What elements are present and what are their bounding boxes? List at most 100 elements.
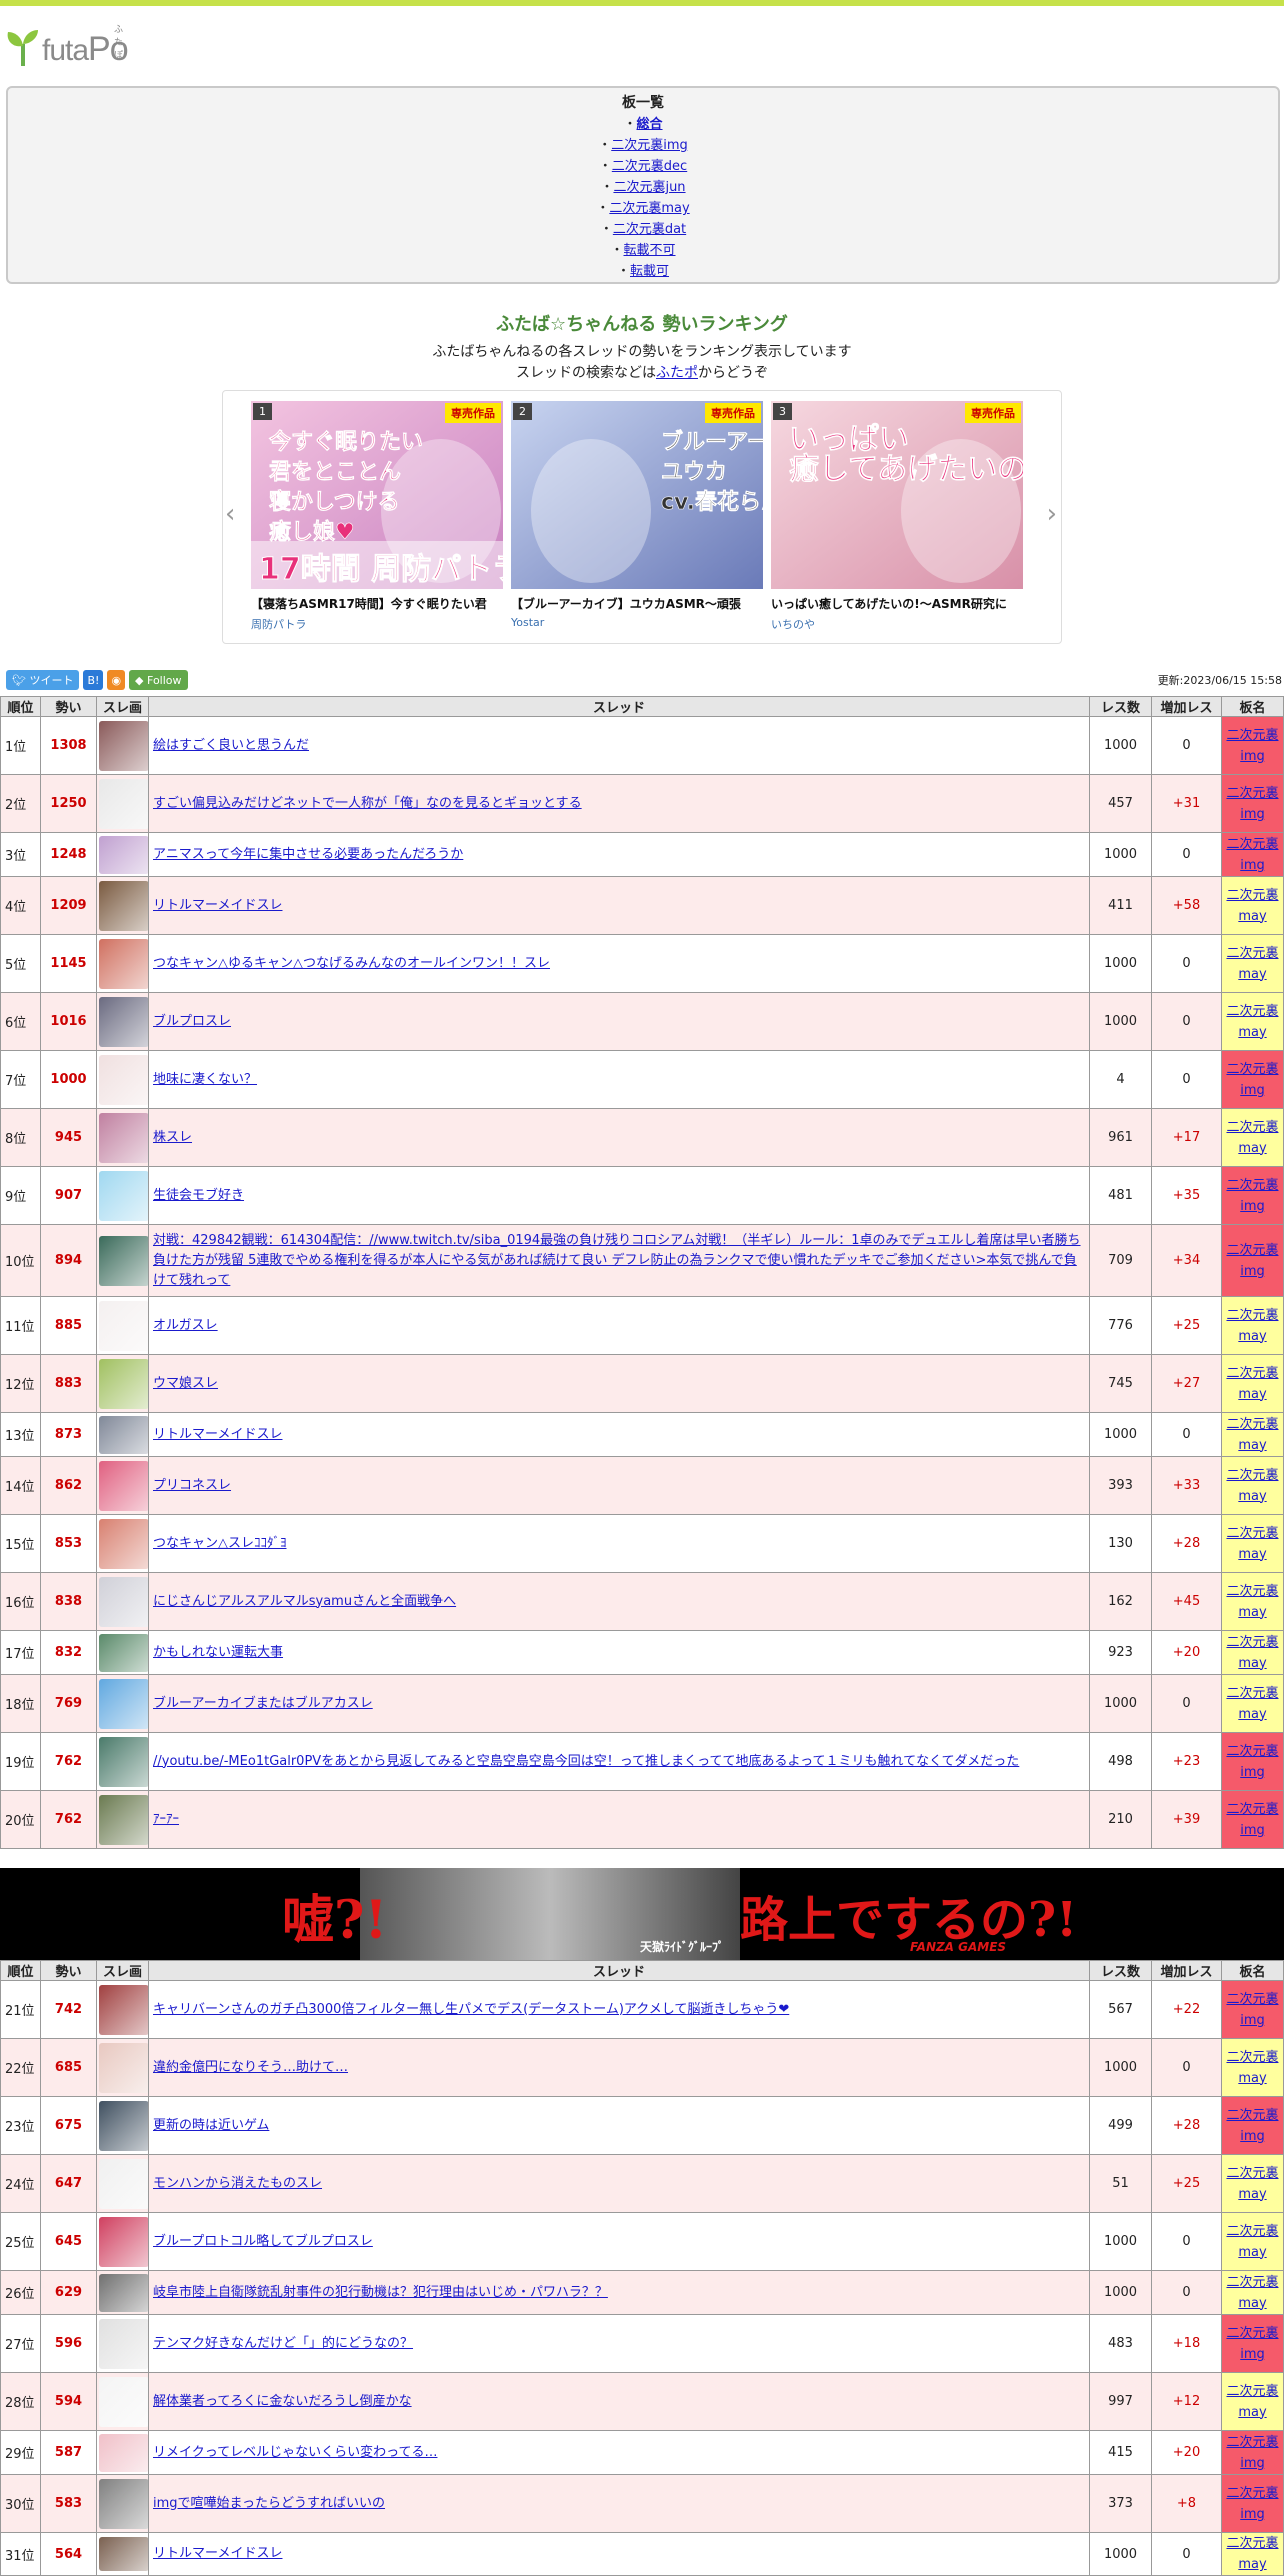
thread-thumbnail[interactable] [99,1054,149,1105]
thread-link[interactable]: imgで喧嘩始まったらどうすればいいの [153,2496,385,2511]
col-inc[interactable]: 増加レス [1151,696,1222,717]
board-name-link[interactable]: 二次元裏 img [1226,786,1278,822]
thread-thumbnail[interactable] [99,1736,149,1787]
tweet-button[interactable]: 🐦︎ ツイート [6,670,80,690]
thread-link[interactable]: リトルマーメイドスレ [153,1427,282,1442]
board-name-link[interactable]: 二次元裏 may [1226,2384,1278,2420]
thread-thumbnail[interactable] [99,2100,149,2151]
board-name-link[interactable]: 二次元裏 may [1226,888,1278,924]
thread-link[interactable]: 更新の時は近いゲム [153,2118,269,2133]
board-name-link[interactable]: 二次元裏 may [1226,946,1278,982]
board-name-link[interactable]: 二次元裏 img [1226,837,1278,873]
thread-link[interactable]: つなキャン△ゆるキャン△つなげるみんなのオールインワン！！スレ [153,956,550,971]
col-thread[interactable]: スレッド [148,1960,1090,1981]
thread-link[interactable]: リトルマーメイドスレ [153,2546,282,2561]
thread-thumbnail[interactable] [99,1358,149,1409]
thread-link[interactable]: リメイクってレベルじゃないくらい変わってる… [153,2445,437,2460]
board-list-panel[interactable]: 板一覧 ・総合 ・二次元裏img ・二次元裏dec ・二次元裏jun ・二次元裏may ・… [6,86,1280,284]
thread-thumbnail[interactable] [99,1415,149,1454]
board-name-link[interactable]: 二次元裏 may [1226,1686,1278,1722]
thread-thumbnail[interactable] [99,1235,149,1286]
board-name-link[interactable]: 二次元裏 may [1226,2275,1278,2311]
board-link[interactable]: 二次元裏jun [613,180,685,195]
col-score[interactable]: 勢い [40,696,97,717]
thread-thumbnail[interactable] [99,1633,149,1672]
board-link[interactable]: 二次元裏may [609,201,689,216]
board-name-link[interactable]: 二次元裏 may [1226,1526,1278,1562]
thread-thumbnail[interactable] [99,778,149,829]
thread-link[interactable]: 違約金億円になりそう…助けて… [153,2060,348,2075]
thread-link[interactable]: ブループロトコル略してブルプロスレ [153,2234,373,2249]
ad-banner[interactable]: 嘘?! 路上でするの?! 天獄ﾗｲﾄﾞｸﾞﾙｰﾌﾟ FANZA GAMES [0,1868,1284,1960]
board-name-link[interactable]: 二次元裏 may [1226,1468,1278,1504]
board-link[interactable]: 二次元裏dat [613,222,686,237]
board-name-link[interactable]: 二次元裏 may [1226,1120,1278,1156]
col-rank[interactable]: 順位 [0,1960,41,1981]
thread-link[interactable]: オルガスレ [153,1318,218,1333]
thread-link[interactable]: アニマスって今年に集中させる必要あったんだろうか [153,847,463,862]
thread-link[interactable]: テンマク好きなんだけど「」的にどうなの？ [153,2336,413,2351]
board-name-link[interactable]: 二次元裏 img [1226,1802,1278,1838]
board-name-link[interactable]: 二次元裏 may [1226,2224,1278,2260]
thread-thumbnail[interactable] [99,1984,149,2035]
thread-thumbnail[interactable] [99,1112,149,1163]
carousel-item[interactable]: いっぱい 癒してあげたいの! 3 専売作品 いっぱい癒してあげたいの!～ASMR研… [771,401,1023,632]
col-thread[interactable]: スレッド [148,696,1090,717]
board-name-link[interactable]: 二次元裏 may [1226,1635,1278,1671]
carousel-title[interactable]: 【ブルーアーカイブ】ユウカASMR～頑張 [511,595,763,612]
board-name-link[interactable]: 二次元裏 may [1226,1004,1278,1040]
thread-link[interactable]: 地味に凄くない？ [153,1072,257,1087]
thread-thumbnail[interactable] [99,1518,149,1569]
futapo-link[interactable]: ふたポ [656,365,698,381]
thread-link[interactable]: 生徒会モブ好き [153,1188,244,1203]
thread-thumbnail[interactable] [99,2042,149,2093]
board-name-link[interactable]: 二次元裏 img [1226,2435,1278,2471]
carousel-item[interactable]: 今すぐ眠りたい 君をとことん 寝かしつける 癒し娘♥ 17時間 周防パトラ 1 専売作品… [251,401,503,632]
board-link[interactable]: 二次元裏dec [612,159,687,174]
thread-thumbnail[interactable] [99,2478,149,2529]
thread-thumbnail[interactable] [99,1300,149,1351]
board-name-link[interactable]: 二次元裏 may [1226,1584,1278,1620]
col-score[interactable]: 勢い [40,1960,97,1981]
thread-link[interactable]: 岐阜市陸上自衛隊銃乱射事件の犯行動機は？犯行理由はいじめ・パワハラ？？ [153,2285,608,2300]
thread-thumbnail[interactable] [99,835,149,874]
board-name-link[interactable]: 二次元裏 img [1226,728,1278,764]
thread-link[interactable]: //youtu.be/-MEo1tGalr0PVをあとから見返してみると空島空島… [153,1754,1019,1769]
board-name-link[interactable]: 二次元裏 may [1226,2536,1278,2572]
board-link[interactable]: 二次元裏img [611,138,688,153]
thread-thumbnail[interactable] [99,1576,149,1627]
thread-thumbnail[interactable] [99,996,149,1047]
col-res[interactable]: レス数 [1089,696,1152,717]
thread-thumbnail[interactable] [99,2158,149,2209]
thread-thumbnail[interactable] [99,1170,149,1221]
carousel-item[interactable]: ブルーアーカイブユウカ cv.春花らん 2 専売作品 【ブルーアーカイブ】ユウカA… [511,401,763,629]
thread-thumbnail[interactable] [99,2537,149,2571]
board-link[interactable]: 転載可 [630,264,669,279]
carousel-maker[interactable]: Yostar [511,616,763,629]
thread-thumbnail[interactable] [99,2318,149,2369]
board-name-link[interactable]: 二次元裏 may [1226,2166,1278,2202]
thread-link[interactable]: 株スレ [153,1130,192,1145]
board-name-link[interactable]: 二次元裏 img [1226,1178,1278,1214]
board-name-link[interactable]: 二次元裏 img [1226,1062,1278,1098]
thread-link[interactable]: すごい偏見込みだけどネットで一人称が「俺」なのを見るとギョッとする [153,796,582,811]
carousel-maker[interactable]: いちのや [771,616,1023,632]
thread-thumbnail[interactable] [99,1678,149,1729]
thread-link[interactable]: 絵はすごく良いと思うんだ [153,738,309,753]
thread-link[interactable]: 解体業者ってろくに金ないだろうし倒産かな [153,2394,412,2409]
col-board[interactable]: 板名 [1221,696,1284,717]
feedly-follow-button[interactable]: ◆ Follow [129,670,188,690]
carousel-maker[interactable]: 周防パトラ [251,616,503,632]
board-name-link[interactable]: 二次元裏 img [1226,2486,1278,2522]
board-name-link[interactable]: 二次元裏 may [1226,1417,1278,1453]
board-name-link[interactable]: 二次元裏 img [1226,1992,1278,2028]
board-link[interactable]: 総合 [637,117,663,132]
board-link[interactable]: 転載不可 [624,243,676,258]
thread-thumbnail[interactable] [99,1460,149,1511]
thread-link[interactable]: 対戦：429842観戦：614304配信：//www.twitch.tv/sib… [153,1233,1081,1288]
thread-link[interactable]: リトルマーメイドスレ [153,898,282,913]
thread-thumbnail[interactable] [99,2273,149,2312]
carousel-title[interactable]: 【寝落ちASMR17時間】今すぐ眠りたい君 [251,595,503,612]
board-name-link[interactable]: 二次元裏 may [1226,1366,1278,1402]
thread-link[interactable]: ｱｰｱｰ [153,1812,179,1827]
